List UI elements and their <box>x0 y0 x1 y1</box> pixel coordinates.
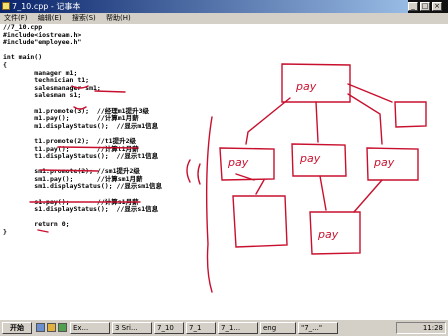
menu-search[interactable]: 搜索(S) <box>72 14 96 22</box>
ink-underline <box>39 169 99 172</box>
pay-label: pay <box>317 228 339 241</box>
taskbar-button[interactable]: eng <box>260 322 296 334</box>
taskbar: 开始 Ex... 3 Sri... 7_10 7_1 7_1... eng "7… <box>0 319 448 336</box>
ink-edge <box>315 101 319 143</box>
close-button[interactable]: × <box>432 2 442 11</box>
taskbar-button[interactable]: "7_..." <box>298 322 338 334</box>
pay-label: pay <box>295 80 317 93</box>
text-editor[interactable]: //7_10.cpp #include<iostream.h> #include… <box>0 23 448 319</box>
taskbar-button[interactable]: 7_10 <box>154 322 184 334</box>
ink-underline <box>94 90 126 93</box>
app-icon[interactable] <box>58 323 67 332</box>
ink-edge <box>245 97 291 145</box>
ink-edge <box>255 179 265 195</box>
ink-edge <box>353 179 383 213</box>
window-title: 7_10.cpp - 记事本 <box>12 2 81 11</box>
menu-help[interactable]: 帮助(H) <box>106 14 131 22</box>
ink-edge <box>347 83 393 103</box>
ink-bracket <box>205 116 213 293</box>
pay-label: pay <box>299 152 321 165</box>
pay-label: pay <box>373 156 395 169</box>
taskbar-button[interactable]: 7_1 <box>186 322 216 334</box>
ie-icon[interactable] <box>47 323 56 332</box>
ink-edge <box>319 175 327 211</box>
desktop-icon[interactable] <box>36 323 45 332</box>
ink-box-bottomleft <box>232 195 288 248</box>
taskbar-button[interactable]: 7_1... <box>218 322 258 334</box>
ink-edge <box>347 93 383 145</box>
pay-label: pay <box>227 156 249 169</box>
start-button[interactable]: 开始 <box>2 322 32 334</box>
ink-bracket <box>186 159 191 183</box>
menu-file[interactable]: 文件(F) <box>4 14 28 22</box>
taskbar-button[interactable]: Ex... <box>70 322 110 334</box>
ink-underline <box>37 229 49 233</box>
start-label: 开始 <box>10 324 24 332</box>
notepad-icon <box>2 2 10 10</box>
menu-edit[interactable]: 编辑(E) <box>38 14 62 22</box>
system-tray: 11:28 <box>396 322 446 334</box>
title-bar: 7_10.cpp - 记事本 _ □ × <box>0 0 448 40</box>
maximize-button[interactable]: □ <box>420 2 430 11</box>
minimize-button[interactable]: _ <box>408 2 418 11</box>
ink-underline <box>71 85 89 89</box>
ink-box-right <box>394 101 427 128</box>
clock: 11:28 <box>422 324 443 332</box>
menu-bar: 文件(F) 编辑(E) 搜索(S) 帮助(H) <box>0 13 448 24</box>
ink-underline <box>73 106 87 110</box>
handwritten-diagram: pay pay pay pay pay <box>29 63 427 293</box>
ink-underline <box>57 146 139 149</box>
taskbar-button[interactable]: 3 Sri... <box>112 322 152 334</box>
ink-bracket <box>197 163 201 185</box>
